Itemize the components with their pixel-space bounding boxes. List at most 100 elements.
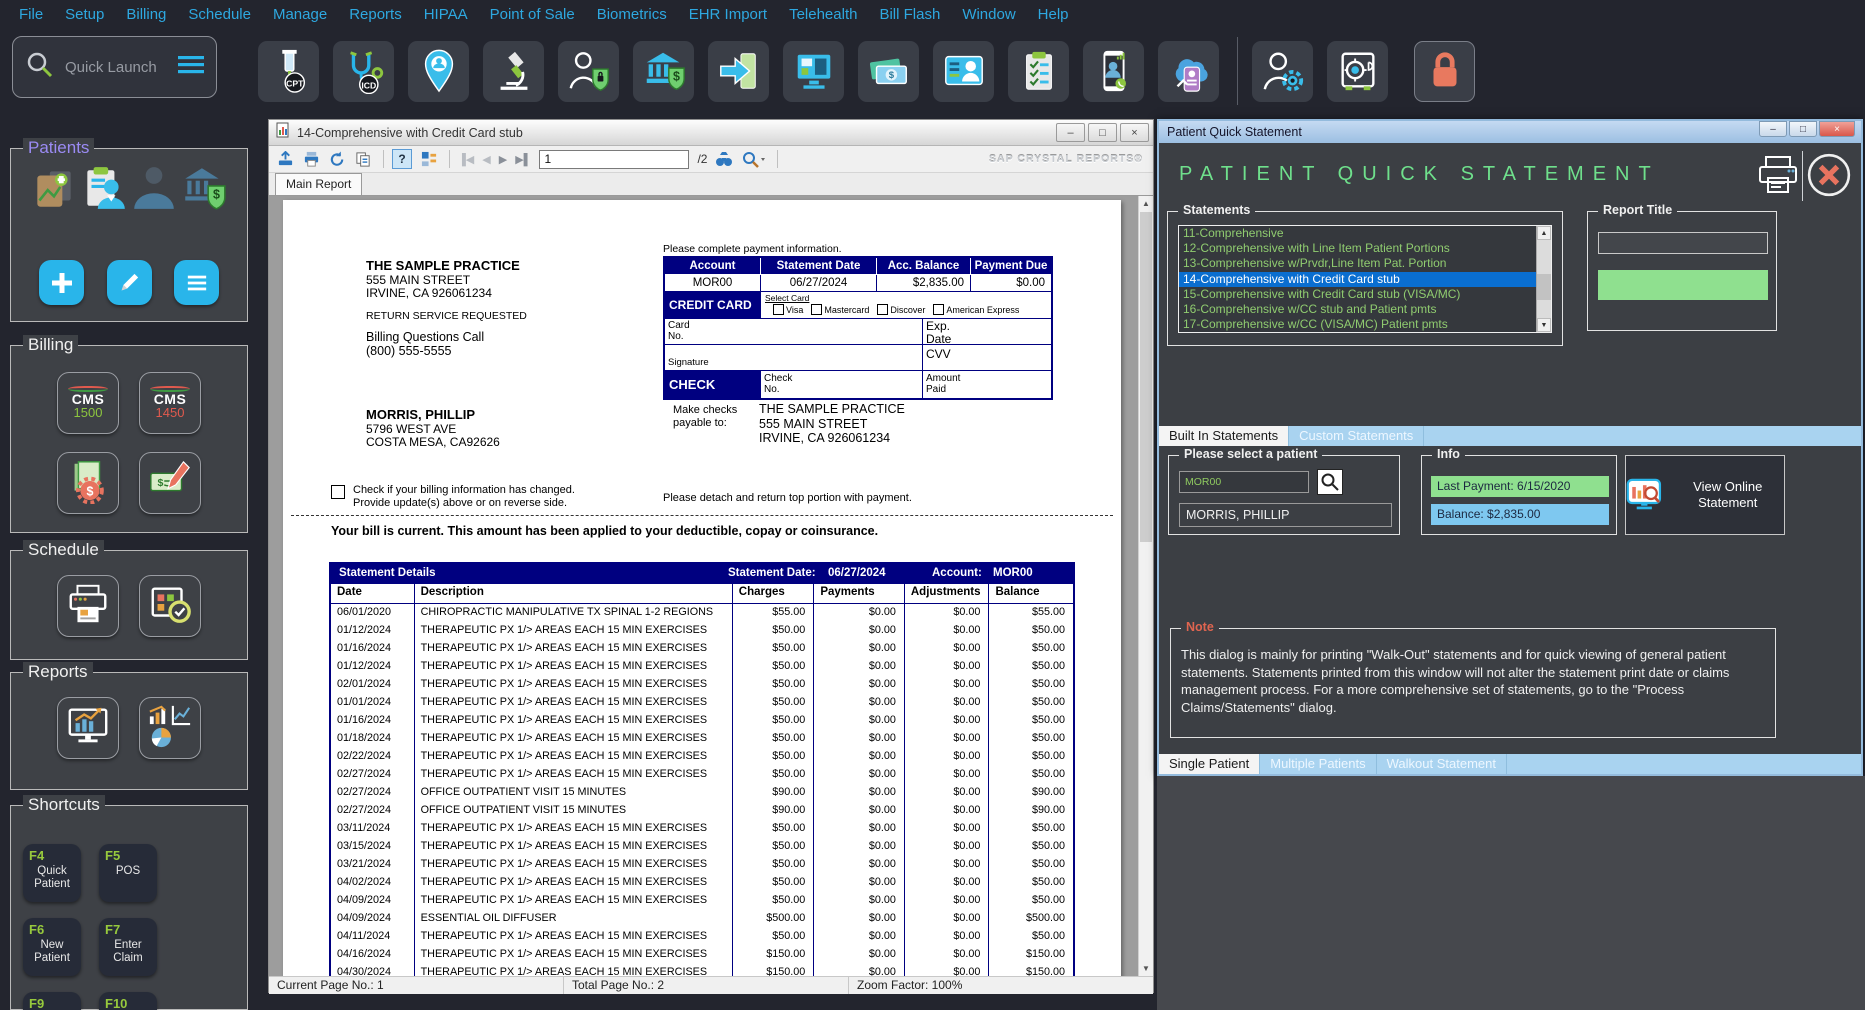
page-number-input[interactable] (539, 150, 689, 169)
print-schedule-button[interactable] (57, 575, 119, 637)
dialog-minimize-button[interactable]: – (1759, 121, 1787, 137)
labs-microscope-button[interactable] (483, 41, 544, 102)
telehealth-phone-button[interactable] (1083, 41, 1144, 102)
dialog-restore-button[interactable]: □ (1789, 121, 1817, 137)
shortcut-f5[interactable]: F5POS (99, 844, 157, 902)
first-page-button[interactable]: ▐◀ (458, 153, 474, 166)
workstation-button[interactable] (783, 41, 844, 102)
patient-security-button[interactable] (558, 41, 619, 102)
toggle-parameter-panel-icon[interactable] (421, 151, 438, 168)
menu-help[interactable]: Help (1027, 6, 1080, 23)
menu-reports[interactable]: Reports (338, 6, 413, 23)
shortcut-f9[interactable]: F9Process Claim (23, 992, 81, 1010)
task-list-button[interactable] (1008, 41, 1069, 102)
patient-charts-icon[interactable] (29, 163, 79, 218)
patient-icon[interactable] (129, 163, 179, 218)
check-in-button[interactable] (708, 41, 769, 102)
statement-list-item[interactable]: 12-Comprehensive with Line Item Patient … (1179, 241, 1551, 256)
menu-billing[interactable]: Billing (115, 6, 177, 23)
menu-biometrics[interactable]: Biometrics (586, 6, 678, 23)
last-page-button[interactable]: ▶▌ (515, 153, 531, 166)
shortcut-f7[interactable]: F7Enter Claim (99, 918, 157, 976)
dialog-close-button[interactable]: × (1819, 121, 1855, 137)
statements-listbox[interactable]: 11-Comprehensive12-Comprehensive with Li… (1178, 225, 1552, 333)
main-report-tab[interactable]: Main Report (275, 173, 362, 195)
icd-codes-button[interactable]: ICD (333, 41, 394, 102)
menu-telehealth[interactable]: Telehealth (778, 6, 868, 23)
statement-list-item[interactable]: 11-Comprehensive (1179, 226, 1551, 241)
payments-button[interactable]: $ (858, 41, 919, 102)
patient-list-button[interactable] (174, 260, 219, 305)
statement-list-item[interactable]: 14-Comprehensive with Credit Card stub (1179, 272, 1551, 287)
scroll-down-icon[interactable]: ▼ (1139, 961, 1153, 976)
monitor-report-button[interactable] (57, 697, 119, 759)
menu-ehr-import[interactable]: EHR Import (678, 6, 778, 23)
tab-walkout-statement[interactable]: Walkout Statement (1377, 754, 1507, 774)
find-binoculars-icon[interactable] (715, 151, 733, 168)
menu-schedule[interactable]: Schedule (177, 6, 262, 23)
add-patient-button[interactable] (39, 260, 84, 305)
report-window-titlebar[interactable]: 14-Comprehensive with Credit Card stub –… (269, 120, 1153, 146)
menu-file[interactable]: File (8, 6, 54, 23)
mobile-cloud-button[interactable] (1158, 41, 1219, 102)
patient-bank-icon[interactable]: $ (179, 163, 229, 218)
statement-list-item[interactable]: 17-Comprehensive w/CC (VISA/MC) Patient … (1179, 317, 1551, 332)
patient-search-button[interactable] (1317, 469, 1343, 495)
document-vertical-scrollbar[interactable]: ▲ ▼ (1138, 196, 1153, 976)
tab-multiple-patients[interactable]: Multiple Patients (1260, 754, 1376, 774)
minimize-button[interactable]: – (1056, 123, 1085, 142)
list-scroll-up-icon[interactable]: ▲ (1537, 226, 1551, 240)
print-statement-button[interactable] (1755, 151, 1801, 199)
statement-list-item[interactable]: 15-Comprehensive with Credit Card stub (… (1179, 287, 1551, 302)
list-scrollbar-thumb[interactable] (1537, 274, 1551, 300)
view-online-statement-button[interactable]: View Online Statement (1625, 455, 1785, 535)
report-title-input[interactable] (1598, 232, 1768, 254)
print-report-icon[interactable] (303, 151, 320, 168)
patient-account-input[interactable]: MOR00 (1179, 471, 1309, 493)
menu-setup[interactable]: Setup (54, 6, 115, 23)
menu-bill-flash[interactable]: Bill Flash (868, 6, 951, 23)
statement-list-item[interactable]: 16-Comprehensive w/CC stub and Patient p… (1179, 302, 1551, 317)
lock-button[interactable] (1414, 41, 1475, 102)
menu-point-of-sale[interactable]: Point of Sale (479, 6, 586, 23)
statements-button[interactable]: $ (57, 452, 119, 514)
shortcut-f6[interactable]: F6New Patient (23, 918, 81, 976)
list-scroll-down-icon[interactable]: ▼ (1537, 318, 1551, 332)
patient-id-card-button[interactable] (933, 41, 994, 102)
cpt-codes-button[interactable]: CPT (258, 41, 319, 102)
next-page-button[interactable]: ▶ (499, 153, 507, 166)
statement-list-item[interactable]: 13-Comprehensive w/Prvdr,Line Item Pat. … (1179, 256, 1551, 271)
menu-window[interactable]: Window (951, 6, 1026, 23)
cms-1450-button[interactable]: CMS 1450 (139, 372, 201, 434)
report-title-color-swatch[interactable] (1598, 270, 1768, 300)
quick-launch-box[interactable]: Quick Launch (12, 36, 217, 98)
scrollbar-thumb[interactable] (1140, 212, 1152, 542)
tab-built-in-statements[interactable]: Built In Statements (1159, 426, 1289, 446)
quick-launch-placeholder[interactable]: Quick Launch (65, 59, 178, 76)
copy-icon[interactable] (355, 151, 372, 168)
close-statement-button[interactable] (1805, 151, 1853, 199)
calendar-check-button[interactable] (139, 575, 201, 637)
shortcut-f4[interactable]: F4Quick Patient (23, 844, 81, 902)
shortcut-f10[interactable]: F10Receiv- ables (99, 992, 157, 1010)
restore-button[interactable]: □ (1088, 123, 1117, 142)
toggle-group-tree-button[interactable]: ? (392, 149, 412, 169)
checks-button[interactable]: $ (139, 452, 201, 514)
list-scrollbar[interactable]: ▲ ▼ (1536, 226, 1551, 332)
tab-single-patient[interactable]: Single Patient (1159, 754, 1260, 774)
refresh-report-icon[interactable] (329, 151, 346, 168)
zoom-magnifier-icon[interactable] (742, 151, 766, 168)
office-locator-button[interactable] (408, 41, 469, 102)
cms-1500-button[interactable]: CMS 1500 (57, 372, 119, 434)
charts-collection-button[interactable] (139, 697, 201, 759)
edit-patient-button[interactable] (107, 260, 152, 305)
menu-manage[interactable]: Manage (262, 6, 338, 23)
dialog-titlebar[interactable]: Patient Quick Statement – □ × (1159, 121, 1861, 143)
vault-button[interactable] (1327, 41, 1388, 102)
user-settings-button[interactable] (1252, 41, 1313, 102)
prev-page-button[interactable]: ◀ (482, 153, 490, 166)
tab-custom-statements[interactable]: Custom Statements (1289, 426, 1424, 446)
patient-clipboard-icon[interactable] (79, 163, 129, 218)
close-button[interactable]: × (1120, 123, 1149, 142)
menu-hipaa[interactable]: HIPAA (413, 6, 479, 23)
